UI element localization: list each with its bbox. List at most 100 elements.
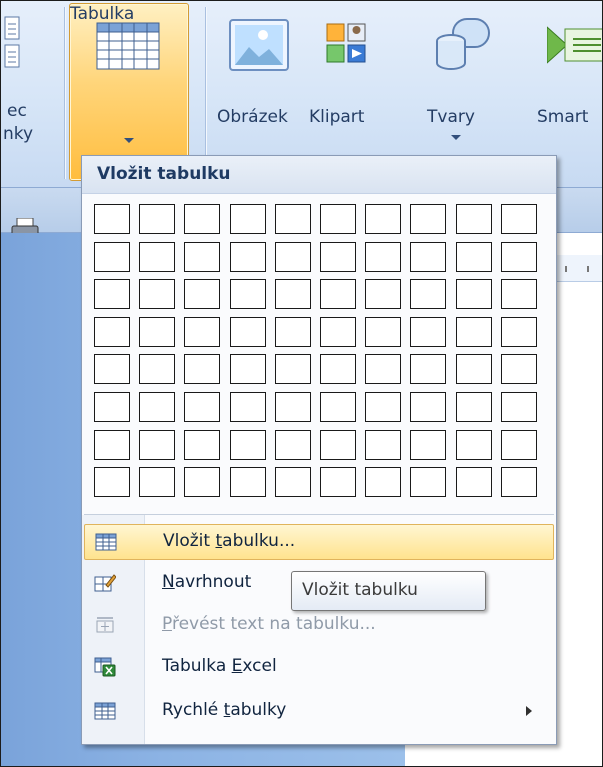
table-grid-cell[interactable] [184, 429, 221, 460]
table-grid-cell[interactable] [500, 316, 537, 347]
table-grid-cell[interactable] [500, 279, 537, 310]
menu-item-label: Převést text na tabulku... [162, 614, 376, 634]
menu-item-label: Navrhnout [162, 572, 252, 592]
table-grid-cell[interactable] [320, 204, 356, 234]
table-grid-cell[interactable] [365, 467, 402, 498]
table-grid-cell[interactable] [410, 316, 447, 347]
table-grid-cell[interactable] [229, 354, 266, 385]
picture-button[interactable]: Obrázek [215, 1, 303, 181]
table-grid-cell[interactable] [320, 316, 356, 347]
smartart-icon [547, 26, 602, 64]
table-grid-cell[interactable] [320, 279, 356, 310]
table-grid-cell[interactable] [500, 354, 537, 385]
table-grid-cell[interactable] [410, 354, 447, 385]
table-grid-cell[interactable] [410, 204, 447, 234]
table-grid-cell[interactable] [320, 392, 356, 422]
ruler-tick [565, 266, 567, 272]
table-grid-cell[interactable] [229, 241, 266, 272]
table-grid-cell[interactable] [365, 279, 402, 310]
shapes-button[interactable]: Tvary [421, 1, 501, 181]
convert-text-icon [96, 617, 114, 633]
menu-item-quick-tables[interactable]: Rychlé tabulky [84, 694, 554, 730]
menu-item-insert-table[interactable]: Vložit tabulku... [84, 524, 554, 560]
table-grid-cell[interactable] [139, 279, 176, 310]
table-grid-cell[interactable] [365, 354, 402, 385]
table-grid-cell[interactable] [410, 392, 447, 422]
table-grid-cell[interactable] [94, 204, 130, 234]
table-grid-cell[interactable] [94, 392, 130, 422]
smartart-button-label: Smart [537, 107, 589, 127]
table-grid-cell[interactable] [184, 316, 221, 347]
table-grid-cell[interactable] [410, 429, 447, 460]
table-grid-cell[interactable] [139, 241, 176, 272]
partial-ribbon-button[interactable]: ec nky [1, 1, 61, 181]
table-grid-cell[interactable] [410, 241, 447, 272]
smartart-button[interactable]: Smart [529, 1, 602, 181]
table-grid-cell[interactable] [274, 241, 311, 272]
table-grid-cell[interactable] [139, 316, 176, 347]
table-grid-cell[interactable] [320, 429, 356, 460]
table-grid-cell[interactable] [229, 429, 266, 460]
table-grid-cell[interactable] [455, 429, 492, 460]
table-grid-cell[interactable] [94, 467, 130, 498]
table-grid-cell[interactable] [184, 279, 221, 310]
table-grid-cell[interactable] [365, 241, 402, 272]
table-grid-cell[interactable] [365, 204, 402, 234]
table-grid-cell[interactable] [274, 279, 311, 310]
table-grid-cell[interactable] [139, 467, 176, 498]
table-grid-cell[interactable] [229, 392, 266, 422]
table-grid-cell[interactable] [500, 204, 537, 234]
table-grid-cell[interactable] [365, 392, 402, 422]
table-grid-cell[interactable] [500, 467, 537, 498]
table-grid-cell[interactable] [229, 279, 266, 310]
table-grid-cell[interactable] [139, 204, 176, 234]
table-grid-cell[interactable] [410, 467, 447, 498]
table-grid-cell[interactable] [184, 204, 221, 234]
table-grid-cell[interactable] [500, 241, 537, 272]
table-grid-cell[interactable] [500, 429, 537, 460]
table-grid-cell[interactable] [320, 467, 356, 498]
table-grid-cell[interactable] [184, 354, 221, 385]
table-grid-cell[interactable] [229, 467, 266, 498]
table-grid-cell[interactable] [455, 241, 492, 272]
table-grid-cell[interactable] [184, 467, 221, 498]
table-grid-cell[interactable] [139, 429, 176, 460]
menu-item-excel-table[interactable]: Tabulka Excel [84, 650, 554, 686]
table-grid-cell[interactable] [184, 392, 221, 422]
table-grid-cell[interactable] [455, 354, 492, 385]
table-grid-cell[interactable] [320, 241, 356, 272]
table-grid-cell[interactable] [184, 241, 221, 272]
table-grid-cell[interactable] [455, 316, 492, 347]
table-grid-cell[interactable] [94, 354, 130, 385]
table-grid-cell[interactable] [500, 392, 537, 422]
table-grid-cell[interactable] [455, 392, 492, 422]
table-grid-cell[interactable] [274, 204, 311, 234]
table-grid-cell[interactable] [274, 467, 311, 498]
chevron-right-icon [526, 706, 532, 716]
ribbon-separator [64, 7, 65, 179]
table-grid-cell[interactable] [229, 204, 266, 234]
table-grid-cell[interactable] [455, 279, 492, 310]
table-grid-cell[interactable] [455, 204, 492, 234]
clipart-button[interactable]: Klipart [306, 1, 386, 181]
table-grid-cell[interactable] [229, 316, 266, 347]
ribbon-separator [205, 7, 206, 179]
table-grid-cell[interactable] [365, 429, 402, 460]
table-grid-cell[interactable] [94, 241, 130, 272]
menu-header: Vložit tabulku [82, 156, 556, 194]
table-grid-cell[interactable] [139, 392, 176, 422]
table-grid-cell[interactable] [410, 279, 447, 310]
table-grid-cell[interactable] [455, 467, 492, 498]
menu-item-convert-text[interactable]: Převést text na tabulku... [84, 608, 554, 644]
table-grid-cell[interactable] [365, 316, 402, 347]
table-grid-cell[interactable] [320, 354, 356, 385]
chevron-down-icon [451, 135, 461, 140]
table-grid-cell[interactable] [274, 354, 311, 385]
table-grid-cell[interactable] [94, 429, 130, 460]
table-grid-cell[interactable] [94, 316, 130, 347]
table-grid-cell[interactable] [139, 354, 176, 385]
table-grid-cell[interactable] [274, 316, 311, 347]
table-grid-cell[interactable] [94, 279, 130, 310]
table-grid-cell[interactable] [274, 429, 311, 460]
table-grid-cell[interactable] [274, 392, 311, 422]
